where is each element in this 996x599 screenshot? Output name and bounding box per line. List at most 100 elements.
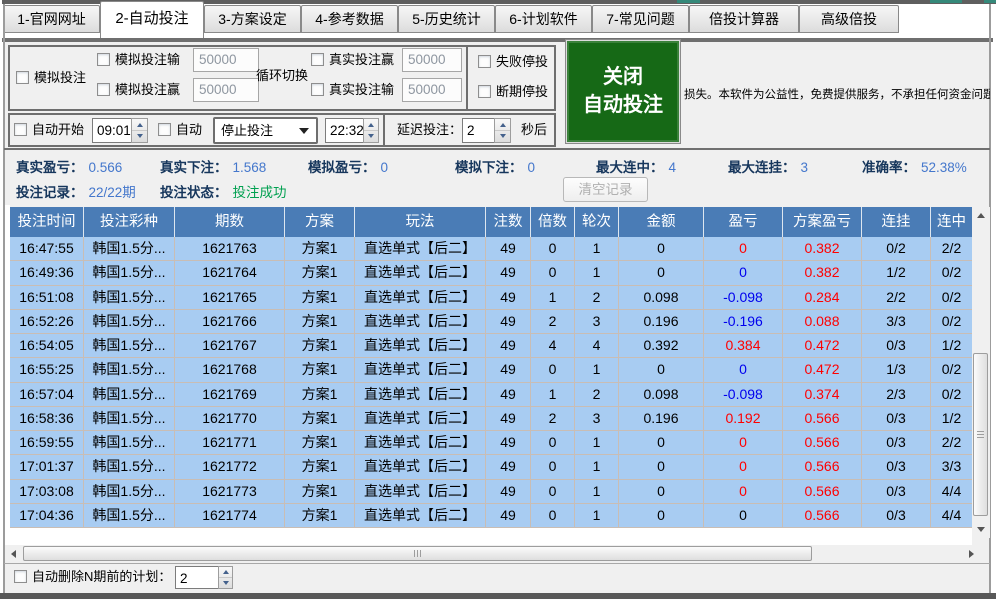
sim-win-input[interactable]: 50000 xyxy=(193,78,259,102)
sim-lose-checkbox[interactable] xyxy=(97,53,110,66)
scroll-right-button[interactable] xyxy=(963,545,979,562)
sim-lose-input[interactable]: 50000 xyxy=(193,48,259,72)
table-row[interactable]: 16:49:36韩国1.5分...1621764方案1直选单式【后二】49010… xyxy=(10,261,972,285)
close-auto-bet-button[interactable]: 关闭 自动投注 xyxy=(565,39,681,144)
status-label: 投注状态： xyxy=(160,185,228,200)
auto-delete-label: 自动删除N期前的计划： xyxy=(32,569,171,585)
table-row[interactable]: 16:54:05韩国1.5分...1621767方案1直选单式【后二】49440… xyxy=(10,334,972,358)
real-lose-checkbox[interactable] xyxy=(311,83,324,96)
tab-8[interactable]: 倍投计算器 xyxy=(689,5,799,33)
table-row[interactable]: 16:52:26韩国1.5分...1621766方案1直选单式【后二】49230… xyxy=(10,310,972,334)
delay-stepper[interactable] xyxy=(494,118,511,143)
cell-profit: 0 xyxy=(704,455,783,478)
break-stop-checkbox[interactable] xyxy=(478,85,491,98)
tab-7[interactable]: 7-常见问题 xyxy=(592,5,689,33)
cell-time: 16:57:04 xyxy=(10,383,84,406)
column-header[interactable]: 连挂 xyxy=(862,207,931,237)
start-time-stepper[interactable] xyxy=(131,118,148,143)
stop-time-input[interactable]: 22:32 xyxy=(325,118,364,143)
cell-time: 16:58:36 xyxy=(10,407,84,430)
cell-plan: 方案1 xyxy=(285,310,355,333)
sim-bet-checkbox[interactable] xyxy=(16,71,29,84)
table-row[interactable]: 16:51:08韩国1.5分...1621765方案1直选单式【后二】49120… xyxy=(10,286,972,310)
cell-multiple: 0 xyxy=(531,431,575,454)
cell-time: 17:03:08 xyxy=(10,480,84,503)
auto-start-checkbox[interactable] xyxy=(14,123,27,136)
table-empty-area xyxy=(10,528,972,545)
tab-3[interactable]: 3-方案设定 xyxy=(204,5,301,33)
auto-delete-checkbox[interactable] xyxy=(14,570,27,583)
cell-streak_win: 0/2 xyxy=(931,261,972,284)
tab-9[interactable]: 高级倍投 xyxy=(799,5,899,33)
column-header[interactable]: 轮次 xyxy=(575,207,619,237)
sim-win-checkbox[interactable] xyxy=(97,83,110,96)
real-win-checkbox[interactable] xyxy=(311,53,324,66)
cell-plan: 方案1 xyxy=(285,504,355,527)
table-row[interactable]: 16:59:55韩国1.5分...1621771方案1直选单式【后二】49010… xyxy=(10,431,972,455)
auto-checkbox[interactable] xyxy=(158,123,171,136)
column-header[interactable]: 连中 xyxy=(931,207,972,237)
column-header[interactable]: 方案 xyxy=(285,207,355,237)
delay-label: 延迟投注： xyxy=(397,122,462,138)
cell-period: 1621771 xyxy=(175,431,285,454)
column-header[interactable]: 注数 xyxy=(486,207,531,237)
delay-input[interactable]: 2 xyxy=(462,118,495,143)
column-header[interactable]: 盈亏 xyxy=(704,207,783,237)
cell-bets: 49 xyxy=(486,334,531,357)
table-row[interactable]: 16:55:25韩国1.5分...1621768方案1直选单式【后二】49010… xyxy=(10,358,972,382)
stop-time-stepper[interactable] xyxy=(363,118,379,143)
column-header[interactable]: 金额 xyxy=(619,207,704,237)
cell-plan_profit: 0.374 xyxy=(783,383,862,406)
cell-round: 4 xyxy=(575,334,619,357)
status-value: 投注成功 xyxy=(233,185,287,200)
cell-streak_lose: 0/3 xyxy=(862,480,931,503)
column-header[interactable]: 期数 xyxy=(175,207,285,237)
table-row[interactable]: 17:04:36韩国1.5分...1621774方案1直选单式【后二】49010… xyxy=(10,504,972,528)
real-lose-input[interactable]: 50000 xyxy=(402,78,462,102)
cell-period: 1621768 xyxy=(175,358,285,381)
cell-round: 1 xyxy=(575,480,619,503)
cell-multiple: 0 xyxy=(531,358,575,381)
cell-bets: 49 xyxy=(486,504,531,527)
cell-round: 3 xyxy=(575,407,619,430)
table-row[interactable]: 16:58:36韩国1.5分...1621770方案1直选单式【后二】49230… xyxy=(10,407,972,431)
column-header[interactable]: 倍数 xyxy=(531,207,575,237)
cell-period: 1621763 xyxy=(175,237,285,260)
tab-4[interactable]: 4-参考数据 xyxy=(301,5,398,33)
tab-1[interactable]: 1-官网网址 xyxy=(3,5,100,33)
scroll-down-button[interactable] xyxy=(972,521,990,538)
scroll-up-button[interactable] xyxy=(972,207,990,224)
auto-delete-stepper[interactable] xyxy=(218,566,233,589)
top-edge-accent xyxy=(984,0,996,3)
cell-period: 1621766 xyxy=(175,310,285,333)
cell-plan: 方案1 xyxy=(285,407,355,430)
start-time-input[interactable]: 09:01 xyxy=(92,118,132,143)
fail-stop-checkbox[interactable] xyxy=(478,55,491,68)
real-win-input[interactable]: 50000 xyxy=(402,48,462,72)
auto-label: 自动 xyxy=(176,122,202,138)
cell-time: 17:04:36 xyxy=(10,504,84,527)
cell-profit: 0 xyxy=(704,431,783,454)
cell-play: 直选单式【后二】 xyxy=(355,358,486,381)
cell-plan: 方案1 xyxy=(285,334,355,357)
cell-amount: 0 xyxy=(619,261,704,284)
column-header[interactable]: 玩法 xyxy=(355,207,486,237)
horizontal-scroll-thumb[interactable] xyxy=(23,546,812,561)
vertical-scroll-thumb[interactable] xyxy=(973,353,988,516)
stop-mode-select[interactable]: 停止投注 xyxy=(213,117,318,144)
tab-2[interactable]: 2-自动投注 xyxy=(100,1,204,38)
tab-6[interactable]: 6-计划软件 xyxy=(495,5,592,33)
table-row[interactable]: 17:03:08韩国1.5分...1621773方案1直选单式【后二】49010… xyxy=(10,480,972,504)
column-header[interactable]: 方案盈亏 xyxy=(783,207,862,237)
sim-win-label: 模拟投注赢 xyxy=(115,82,180,98)
cell-streak_win: 1/2 xyxy=(931,334,972,357)
tab-5[interactable]: 5-历史统计 xyxy=(398,5,495,33)
clear-records-button[interactable]: 清空记录 xyxy=(563,177,648,202)
table-row[interactable]: 16:47:55韩国1.5分...1621763方案1直选单式【后二】49010… xyxy=(10,237,972,261)
table-row[interactable]: 17:01:37韩国1.5分...1621772方案1直选单式【后二】49010… xyxy=(10,455,972,479)
column-header[interactable]: 投注彩种 xyxy=(84,207,175,237)
auto-delete-input[interactable]: 2 xyxy=(175,566,219,589)
scroll-left-button[interactable] xyxy=(5,545,21,562)
column-header[interactable]: 投注时间 xyxy=(10,207,84,237)
table-row[interactable]: 16:57:04韩国1.5分...1621769方案1直选单式【后二】49120… xyxy=(10,383,972,407)
